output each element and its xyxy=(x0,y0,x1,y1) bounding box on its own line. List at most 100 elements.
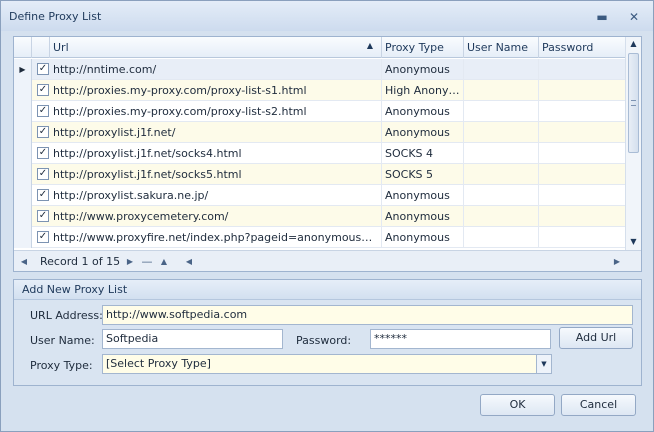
cell-proxy-type[interactable]: Anonymous xyxy=(382,59,464,80)
row-indicator xyxy=(14,101,32,122)
cell-url[interactable]: http://proxies.my-proxy.com/proxy-list-s… xyxy=(50,80,382,101)
cell-proxy-type[interactable]: Anonymous xyxy=(382,122,464,143)
row-indicator xyxy=(14,185,32,206)
cell-user-name[interactable] xyxy=(464,185,539,206)
row-checkbox[interactable]: ✓ xyxy=(37,168,49,180)
scroll-left-icon[interactable]: ◀ xyxy=(182,255,196,268)
cell-password[interactable] xyxy=(539,122,626,143)
cell-password[interactable] xyxy=(539,206,626,227)
password-label: Password: xyxy=(296,334,352,347)
cell-proxy-type[interactable]: Anonymous xyxy=(382,101,464,122)
table-row[interactable]: ✓ http://proxylist.j1f.net/ Anonymous xyxy=(14,122,626,143)
append-record-icon[interactable]: ▲ xyxy=(157,255,171,268)
column-header-password[interactable]: Password xyxy=(539,37,626,58)
cell-user-name[interactable] xyxy=(464,206,539,227)
cell-password[interactable] xyxy=(539,227,626,248)
cell-user-name[interactable] xyxy=(464,59,539,80)
password-input[interactable]: ****** xyxy=(370,329,551,349)
define-proxy-list-window: Define Proxy List ▬ ✕ Url ▲ Proxy Type U… xyxy=(0,0,654,432)
cell-url[interactable]: http://nntime.com/ xyxy=(50,59,382,80)
cell-password[interactable] xyxy=(539,143,626,164)
table-row[interactable]: ✓ http://www.proxycemetery.com/ Anonymou… xyxy=(14,206,626,227)
proxy-type-select[interactable]: [Select Proxy Type] ▼ xyxy=(102,354,552,374)
horizontal-scrollbar[interactable]: ◀ ▶ xyxy=(186,255,624,268)
cell-url[interactable]: http://proxylist.j1f.net/socks5.html xyxy=(50,164,382,185)
cell-user-name[interactable] xyxy=(464,164,539,185)
grip-icon xyxy=(631,100,636,106)
user-name-input[interactable]: Softpedia xyxy=(102,329,283,349)
cell-url[interactable]: http://proxylist.sakura.ne.jp/ xyxy=(50,185,382,206)
user-name-label: User Name: xyxy=(30,334,95,347)
row-checkbox[interactable]: ✓ xyxy=(37,84,49,96)
row-checkbox[interactable]: ✓ xyxy=(37,126,49,138)
current-row-arrow-icon: ▶ xyxy=(14,59,32,80)
cell-user-name[interactable] xyxy=(464,227,539,248)
row-checkbox[interactable]: ✓ xyxy=(37,63,49,75)
table-row[interactable]: ✓ http://proxies.my-proxy.com/proxy-list… xyxy=(14,101,626,122)
cell-proxy-type[interactable]: Anonymous xyxy=(382,227,464,248)
cell-proxy-type[interactable]: SOCKS 5 xyxy=(382,164,464,185)
cell-url[interactable]: http://proxylist.j1f.net/ xyxy=(50,122,382,143)
row-indicator xyxy=(14,164,32,185)
check-header[interactable] xyxy=(32,37,50,58)
cell-url[interactable]: http://proxies.my-proxy.com/proxy-list-s… xyxy=(50,101,382,122)
chevron-down-icon[interactable]: ▼ xyxy=(536,355,551,373)
table-row[interactable]: ✓ http://proxylist.j1f.net/socks4.html S… xyxy=(14,143,626,164)
cell-user-name[interactable] xyxy=(464,101,539,122)
cancel-button[interactable]: Cancel xyxy=(561,394,636,416)
url-address-input[interactable]: http://www.softpedia.com xyxy=(102,305,633,325)
minimize-icon[interactable]: ▬ xyxy=(594,9,610,25)
next-record-icon[interactable]: ▶ xyxy=(123,255,137,268)
row-checkbox[interactable]: ✓ xyxy=(37,210,49,222)
cell-url[interactable]: http://www.proxycemetery.com/ xyxy=(50,206,382,227)
row-checkbox[interactable]: ✓ xyxy=(37,231,49,243)
cell-proxy-type[interactable]: High Anonym... xyxy=(382,80,464,101)
scroll-thumb[interactable] xyxy=(628,53,639,153)
url-address-label: URL Address: xyxy=(30,309,103,322)
row-indicator xyxy=(14,143,32,164)
scroll-down-icon[interactable]: ▼ xyxy=(626,235,641,249)
prev-record-icon[interactable]: ◀ xyxy=(17,255,31,268)
row-checkbox[interactable]: ✓ xyxy=(37,189,49,201)
column-header-url[interactable]: Url ▲ xyxy=(50,37,382,58)
cell-password[interactable] xyxy=(539,164,626,185)
cell-proxy-type[interactable]: Anonymous xyxy=(382,206,464,227)
group-title: Add New Proxy List xyxy=(14,280,641,300)
table-row[interactable]: ✓ http://www.proxyfire.net/index.php?pag… xyxy=(14,227,626,248)
sort-ascending-icon: ▲ xyxy=(366,41,373,50)
table-row[interactable]: ✓ http://proxies.my-proxy.com/proxy-list… xyxy=(14,80,626,101)
table-row[interactable]: ▶ ✓ http://nntime.com/ Anonymous xyxy=(14,59,626,80)
table-row[interactable]: ✓ http://proxylist.sakura.ne.jp/ Anonymo… xyxy=(14,185,626,206)
cell-proxy-type[interactable]: SOCKS 4 xyxy=(382,143,464,164)
cell-user-name[interactable] xyxy=(464,122,539,143)
cell-user-name[interactable] xyxy=(464,143,539,164)
close-icon[interactable]: ✕ xyxy=(626,9,642,25)
scroll-right-icon[interactable]: ▶ xyxy=(610,255,624,268)
ok-button[interactable]: OK xyxy=(480,394,555,416)
column-header-proxy-type[interactable]: Proxy Type xyxy=(382,37,464,58)
cell-password[interactable] xyxy=(539,80,626,101)
row-indicator xyxy=(14,227,32,248)
cell-user-name[interactable] xyxy=(464,80,539,101)
cell-url[interactable]: http://proxylist.j1f.net/socks4.html xyxy=(50,143,382,164)
table-row[interactable]: ✓ http://proxylist.j1f.net/socks5.html S… xyxy=(14,164,626,185)
cell-url[interactable]: http://www.proxyfire.net/index.php?pagei… xyxy=(50,227,382,248)
add-url-button[interactable]: Add Url xyxy=(559,327,633,349)
record-navigator: ◀ Record 1 of 15 ▶ — ▲ ◀ ▶ xyxy=(14,250,641,271)
vertical-scrollbar[interactable]: ▲ ▼ xyxy=(625,37,641,250)
grid-header: Url ▲ Proxy Type User Name Password xyxy=(14,37,626,58)
proxy-type-label: Proxy Type: xyxy=(30,359,93,372)
column-header-user-name[interactable]: User Name xyxy=(464,37,539,58)
proxy-grid: Url ▲ Proxy Type User Name Password ▶ ✓ … xyxy=(13,36,642,272)
cell-proxy-type[interactable]: Anonymous xyxy=(382,185,464,206)
record-counter: Record 1 of 15 xyxy=(40,255,121,268)
scroll-up-icon[interactable]: ▲ xyxy=(626,37,641,51)
cell-password[interactable] xyxy=(539,101,626,122)
indicator-header xyxy=(14,37,32,58)
row-checkbox[interactable]: ✓ xyxy=(37,147,49,159)
cell-password[interactable] xyxy=(539,185,626,206)
cell-password[interactable] xyxy=(539,59,626,80)
delete-record-icon[interactable]: — xyxy=(140,255,154,268)
window-title: Define Proxy List xyxy=(9,10,102,23)
row-checkbox[interactable]: ✓ xyxy=(37,105,49,117)
